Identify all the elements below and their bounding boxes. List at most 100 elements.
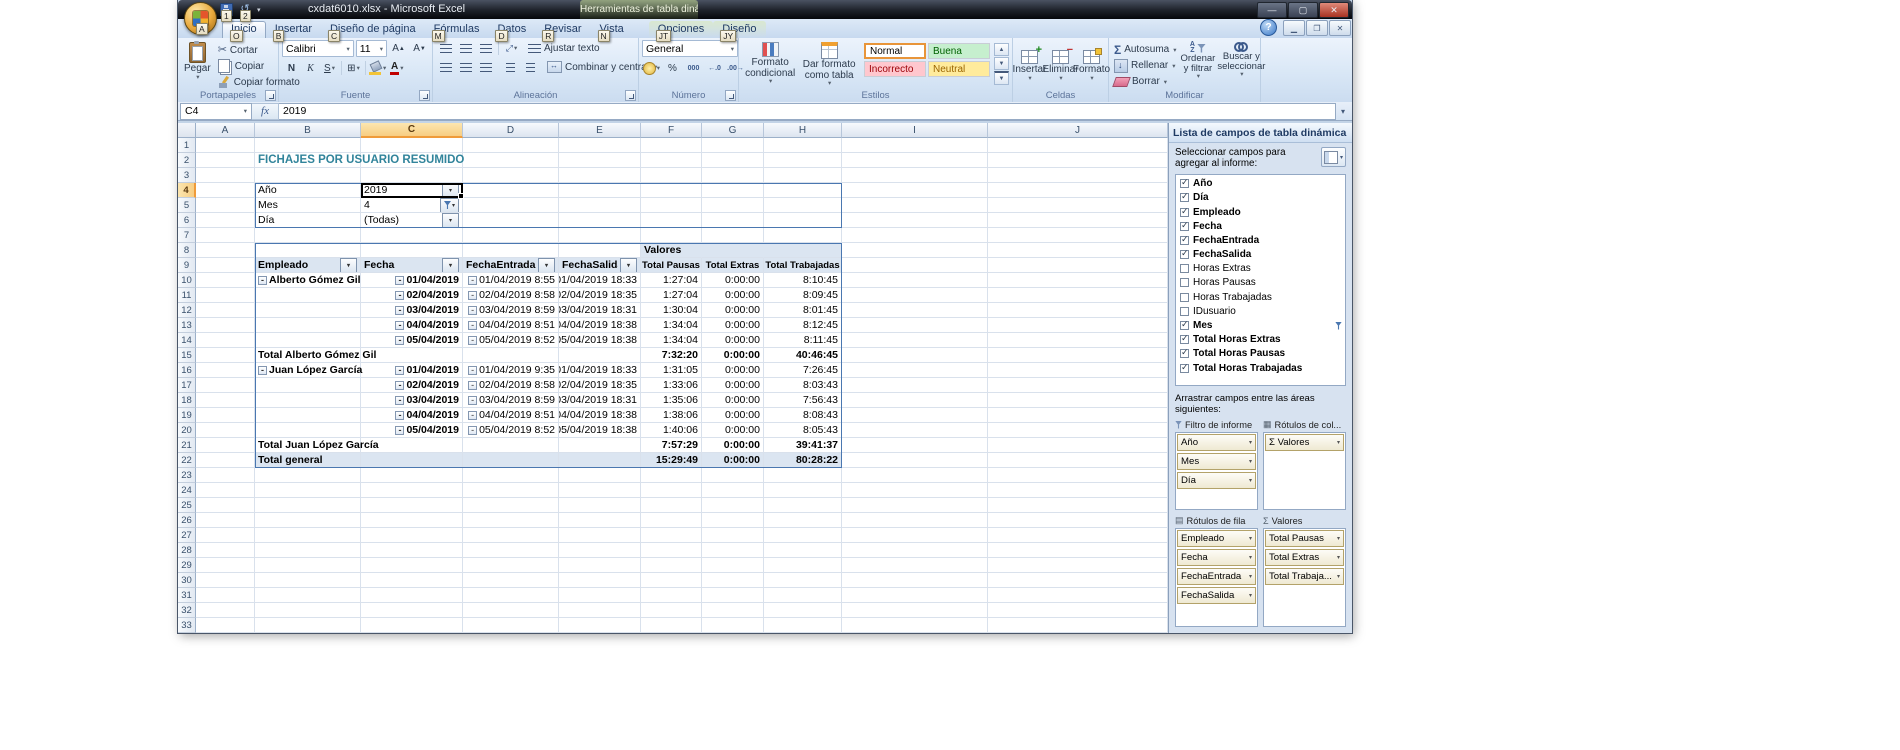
field-fechaentrada[interactable]: FechaEntrada — [1177, 233, 1344, 247]
cell-B21[interactable]: Total Juan López García — [255, 438, 361, 453]
cell-H16[interactable]: 7:26:45 — [764, 363, 842, 378]
row-header-25[interactable]: 25 — [178, 498, 196, 513]
cell-C28[interactable] — [361, 543, 463, 558]
gallery-more-button[interactable]: ▼ — [994, 71, 1009, 85]
format-as-table-button[interactable]: Dar formato como tabla ▾ — [798, 40, 860, 90]
row-header-7[interactable]: 7 — [178, 228, 196, 243]
cell-D5[interactable] — [463, 198, 559, 213]
collapse-button[interactable]: - — [395, 321, 404, 330]
cell-F5[interactable] — [641, 198, 702, 213]
row-header-23[interactable]: 23 — [178, 468, 196, 483]
cell-J20[interactable] — [988, 423, 1168, 438]
tab-datos[interactable]: DatosD — [488, 21, 535, 38]
cell-A6[interactable] — [196, 213, 255, 228]
cell-F16[interactable]: 1:31:05 — [641, 363, 702, 378]
font-size-select[interactable]: 11▾ — [356, 40, 387, 57]
col-header-f[interactable]: F — [641, 123, 702, 138]
row-header-16[interactable]: 16 — [178, 363, 196, 378]
cell-E14[interactable]: 05/04/2019 18:38 — [559, 333, 641, 348]
cell-G32[interactable] — [702, 603, 764, 618]
cell-D4[interactable] — [463, 183, 559, 198]
font-dialog-launcher[interactable] — [419, 90, 430, 101]
cell-D28[interactable] — [463, 543, 559, 558]
name-box-dropdown[interactable]: ▾ — [244, 107, 247, 115]
cell-C17[interactable]: -02/04/2019 — [361, 378, 463, 393]
cell-I2[interactable] — [842, 153, 988, 168]
cell-J19[interactable] — [988, 408, 1168, 423]
row-header-9[interactable]: 9 — [178, 258, 196, 273]
decrease-indent-button[interactable] — [501, 59, 520, 75]
maximize-button[interactable]: ▢ — [1288, 2, 1318, 18]
cell-G27[interactable] — [702, 528, 764, 543]
cell-J31[interactable] — [988, 588, 1168, 603]
cell-C33[interactable] — [361, 618, 463, 633]
cell-J12[interactable] — [988, 303, 1168, 318]
cell-G29[interactable] — [702, 558, 764, 573]
cell-F7[interactable] — [641, 228, 702, 243]
field-checkbox-total-horas-extras[interactable] — [1180, 335, 1189, 344]
cell-A30[interactable] — [196, 573, 255, 588]
field-checkbox-ano[interactable] — [1180, 179, 1189, 188]
field-checkbox-idusuario[interactable] — [1180, 307, 1189, 316]
cell-I18[interactable] — [842, 393, 988, 408]
cell-I30[interactable] — [842, 573, 988, 588]
area-item-dia[interactable]: Día▾ — [1177, 472, 1256, 489]
gallery-up-button[interactable]: ▲ — [994, 43, 1009, 56]
cell-B16[interactable]: -Juan López García — [255, 363, 361, 378]
cell-H14[interactable]: 8:11:45 — [764, 333, 842, 348]
cell-I8[interactable] — [842, 243, 988, 258]
cell-style-buena[interactable]: Buena — [928, 43, 990, 59]
cell-G21[interactable]: 0:00:00 — [702, 438, 764, 453]
cell-H19[interactable]: 8:08:43 — [764, 408, 842, 423]
cell-C32[interactable] — [361, 603, 463, 618]
cell-A19[interactable] — [196, 408, 255, 423]
area-item-ano[interactable]: Año▾ — [1177, 434, 1256, 451]
cell-J32[interactable] — [988, 603, 1168, 618]
cell-C30[interactable] — [361, 573, 463, 588]
cell-A26[interactable] — [196, 513, 255, 528]
cell-A13[interactable] — [196, 318, 255, 333]
cell-J1[interactable] — [988, 138, 1168, 153]
cell-E24[interactable] — [559, 483, 641, 498]
cell-F3[interactable] — [641, 168, 702, 183]
format-cells-button[interactable]: Formato▾ — [1076, 47, 1107, 82]
cell-B11[interactable] — [255, 288, 361, 303]
cell-J9[interactable] — [988, 258, 1168, 273]
cell-D2[interactable] — [463, 153, 559, 168]
field-ano[interactable]: Año — [1177, 177, 1344, 191]
cell-C10[interactable]: -01/04/2019 — [361, 273, 463, 288]
area-item-total-trabaja[interactable]: Total Trabaja...▾ — [1265, 568, 1344, 585]
cell-F2[interactable] — [641, 153, 702, 168]
cell-B5[interactable]: Mes — [255, 198, 361, 213]
bold-button[interactable]: N — [282, 60, 301, 76]
cell-I32[interactable] — [842, 603, 988, 618]
area-item-mes[interactable]: Mes▾ — [1177, 453, 1256, 470]
cell-B3[interactable] — [255, 168, 361, 183]
field-checkbox-total-horas-pausas[interactable] — [1180, 349, 1189, 358]
cell-D11[interactable]: -02/04/2019 8:58 — [463, 288, 559, 303]
cell-E4[interactable] — [559, 183, 641, 198]
number-format-select[interactable]: General▾ — [642, 40, 738, 57]
row-header-2[interactable]: 2 — [178, 153, 196, 168]
cell-H9[interactable]: Total Trabajadas — [764, 258, 842, 273]
cell-A29[interactable] — [196, 558, 255, 573]
cell-A33[interactable] — [196, 618, 255, 633]
cell-B13[interactable] — [255, 318, 361, 333]
cell-B29[interactable] — [255, 558, 361, 573]
cell-C23[interactable] — [361, 468, 463, 483]
cell-H6[interactable] — [764, 213, 842, 228]
cell-I1[interactable] — [842, 138, 988, 153]
field-checkbox-horas-pausas[interactable] — [1180, 278, 1189, 287]
field-header-dropdown-fecha[interactable]: ▾ — [442, 258, 459, 273]
cell-C31[interactable] — [361, 588, 463, 603]
cell-A21[interactable] — [196, 438, 255, 453]
collapse-button[interactable]: - — [468, 321, 477, 330]
cell-G26[interactable] — [702, 513, 764, 528]
cell-I16[interactable] — [842, 363, 988, 378]
name-box[interactable]: C4▾ — [180, 103, 252, 120]
row-header-1[interactable]: 1 — [178, 138, 196, 153]
cell-G18[interactable]: 0:00:00 — [702, 393, 764, 408]
field-checkbox-horas-trabajadas[interactable] — [1180, 293, 1189, 302]
cell-G2[interactable] — [702, 153, 764, 168]
col-header-h[interactable]: H — [764, 123, 842, 138]
